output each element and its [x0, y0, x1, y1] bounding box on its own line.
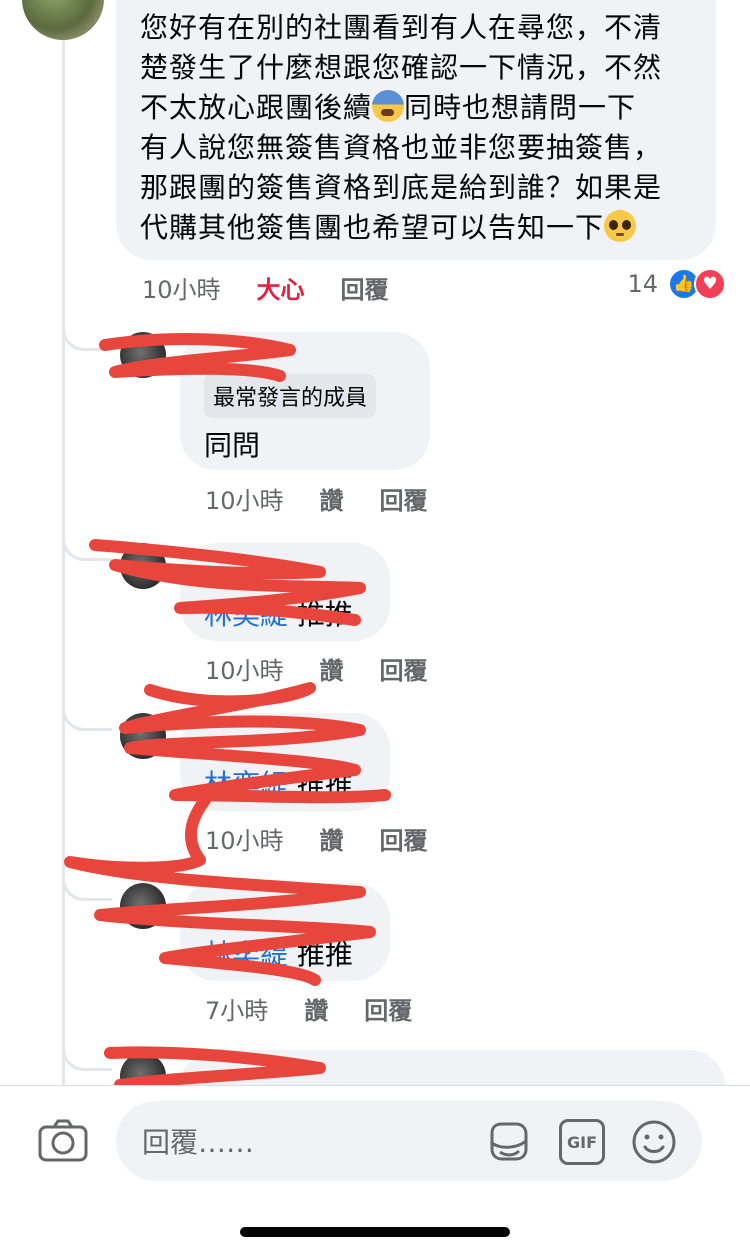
- reply-bubble[interactable]: 最常發言的成員 同問: [180, 332, 430, 470]
- reply-input-container: GIF: [116, 1101, 702, 1183]
- like-button[interactable]: 讚: [320, 651, 344, 686]
- anxious-face-emoji-icon: [372, 90, 405, 122]
- sticker-icon[interactable]: [486, 1119, 532, 1165]
- reply-button[interactable]: 回覆: [380, 651, 428, 686]
- reply-avatar[interactable]: [120, 713, 166, 759]
- love-icon: ♥: [694, 268, 726, 300]
- thread-branch: [62, 1047, 112, 1071]
- reply-button[interactable]: 回覆: [341, 270, 389, 305]
- reply-button[interactable]: 回覆: [380, 821, 428, 856]
- reply-meta: 10小時 讚 回覆: [205, 481, 464, 516]
- reply-timestamp: 7小時: [205, 997, 269, 1025]
- comment-timestamp: 10小時: [142, 276, 221, 304]
- reply-text: 林奕緹 推推: [204, 938, 353, 971]
- like-button[interactable]: 讚: [304, 991, 328, 1026]
- reply-timestamp: 10小時: [205, 657, 284, 685]
- emoji-icon[interactable]: [631, 1119, 677, 1165]
- main-comment-bubble[interactable]: 您好有在別的社團看到有人在尋您，不清 楚發生了什麼想跟您確認一下情況，不然 不太…: [116, 0, 716, 260]
- mention-link[interactable]: 林奕緹: [204, 938, 288, 971]
- reply-timestamp: 10小時: [205, 827, 284, 855]
- reaction-button[interactable]: 大心: [257, 270, 305, 305]
- gif-icon[interactable]: GIF: [559, 1119, 605, 1165]
- thread-line: [62, 30, 65, 1085]
- mention-link[interactable]: 林奕緹: [204, 768, 288, 801]
- gif-label: GIF: [566, 1132, 597, 1152]
- reply-button[interactable]: 回覆: [364, 991, 412, 1026]
- thread-branch: [62, 327, 112, 351]
- reply-text: 同問: [204, 429, 261, 462]
- like-button[interactable]: 讚: [320, 481, 344, 516]
- reply-avatar[interactable]: [120, 883, 166, 929]
- reply-timestamp: 10小時: [205, 487, 284, 515]
- reply-meta: 10小時 讚 回覆: [205, 821, 464, 856]
- reply-button[interactable]: 回覆: [380, 481, 428, 516]
- reply-avatar[interactable]: [120, 332, 166, 378]
- commenter-avatar[interactable]: [22, 0, 104, 40]
- reply-bubble[interactable]: 林奕緹 推推: [180, 713, 390, 811]
- reply-meta: 7小時 讚 回覆: [205, 991, 448, 1026]
- reply-avatar[interactable]: [120, 543, 166, 589]
- pleading-face-emoji-icon: [604, 210, 637, 242]
- main-comment-text: 您好有在別的社團看到有人在尋您，不清 楚發生了什麼想跟您確認一下情況，不然 不太…: [140, 11, 663, 244]
- thread-branch: [62, 537, 112, 561]
- reply-text: 林奕緹 推推: [204, 768, 353, 801]
- reply-input[interactable]: [116, 1101, 504, 1183]
- thread-branch: [62, 877, 112, 901]
- reply-bubble[interactable]: 林奕緹 推推: [180, 883, 390, 981]
- mention-link[interactable]: 林奕緹: [204, 598, 288, 631]
- like-button[interactable]: 讚: [320, 821, 344, 856]
- thread-branch: [62, 707, 112, 731]
- reaction-count: 14: [627, 270, 658, 298]
- top-contributor-badge: 最常發言的成員: [204, 374, 377, 418]
- reply-text: 林奕緹 推推: [204, 598, 353, 631]
- reaction-summary[interactable]: 14 👍 ♥: [627, 268, 726, 300]
- camera-icon[interactable]: [38, 1119, 88, 1163]
- reply-meta: 10小時 讚 回覆: [205, 651, 464, 686]
- main-comment-meta: 10小時 大心 回覆: [142, 270, 425, 305]
- reply-bubble[interactable]: 林奕緹 推推: [180, 543, 390, 641]
- home-indicator[interactable]: [240, 1227, 510, 1237]
